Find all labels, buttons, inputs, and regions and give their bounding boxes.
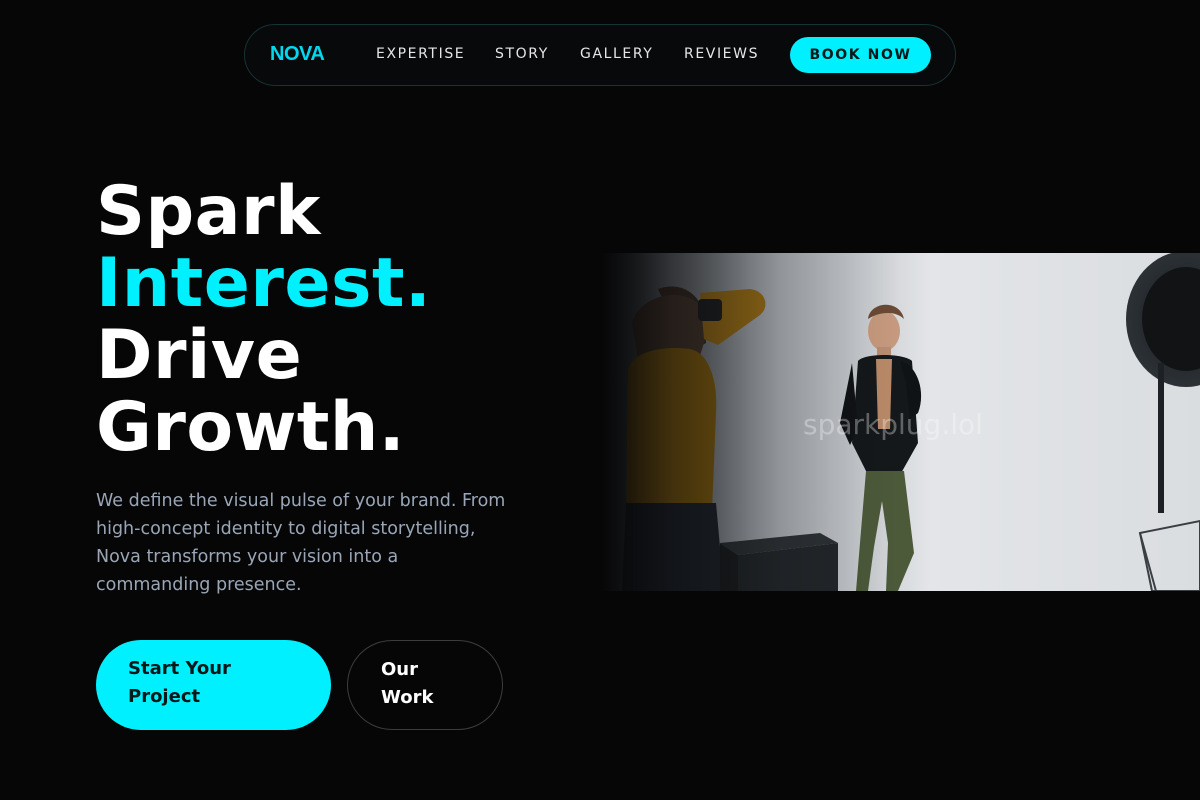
headline-line-1: Spark (96, 172, 321, 251)
brand-logo[interactable]: NOVA (270, 43, 325, 66)
nav-link-reviews[interactable]: REVIEWS (684, 46, 759, 62)
hero-photo: sparkplug.lol (600, 253, 1200, 591)
headline-line-3: Drive (96, 316, 303, 395)
nav-link-gallery[interactable]: GALLERY (580, 46, 653, 62)
book-now-button[interactable]: BOOK NOW (790, 37, 931, 73)
image-watermark: sparkplug.lol (803, 408, 983, 441)
nav-link-story[interactable]: STORY (495, 46, 549, 62)
headline-line-4: Growth. (96, 388, 406, 467)
our-work-button[interactable]: Our Work (347, 640, 503, 730)
hero-description: We define the visual pulse of your brand… (96, 491, 506, 595)
nav-link-expertise[interactable]: EXPERTISE (376, 46, 465, 62)
start-project-button[interactable]: Start Your Project (96, 640, 331, 730)
hero-headline: Spark Interest. Drive Growth. (96, 176, 431, 464)
headline-line-2-accent: Interest. (96, 244, 432, 323)
top-nav: NOVA EXPERTISE STORY GALLERY REVIEWS BOO… (244, 24, 956, 86)
